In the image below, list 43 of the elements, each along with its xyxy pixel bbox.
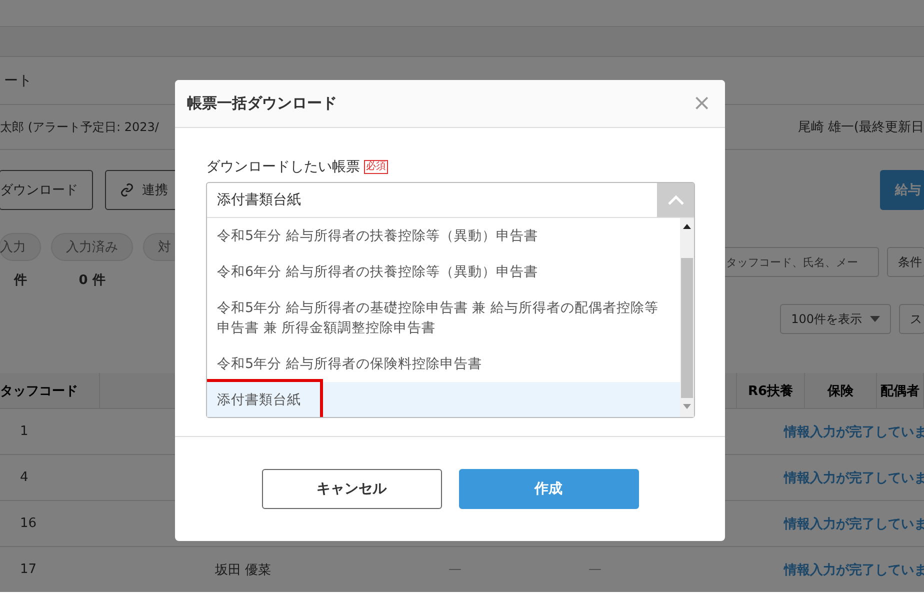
column-header: 配偶者 (877, 373, 924, 409)
scroll-thumb[interactable] (681, 258, 693, 398)
caret-icon (870, 316, 880, 322)
chevron-button[interactable] (657, 183, 694, 217)
required-badge: 必須 (364, 160, 388, 174)
status-count: 0 件 (78, 272, 106, 289)
page-heading: ート (3, 72, 32, 90)
create-button[interactable]: 作成 (458, 469, 638, 509)
table-cell: 1 (20, 424, 28, 439)
status-count: 件 (14, 272, 27, 289)
select-value: 添付書類台紙 (217, 191, 301, 209)
sort-button[interactable]: ス (899, 304, 924, 334)
alert-text: 太郎 (アラート予定日: 2023/ (0, 118, 159, 136)
download-button[interactable]: ダウンロード (0, 170, 93, 210)
status-tab[interactable]: 入力 (0, 233, 41, 261)
status-link[interactable]: 情報入力が完了していま (784, 468, 924, 486)
status-link[interactable]: 情報入力が完了していま (784, 560, 924, 578)
dropdown-option[interactable]: 添付書類台紙 (207, 382, 680, 417)
dialog-title: 帳票一括ダウンロード (187, 94, 337, 113)
table-cell-text: 坂田 優菜 (215, 562, 272, 578)
cancel-button[interactable]: キャンセル (262, 469, 442, 509)
status-link[interactable]: 情報入力が完了していま (784, 514, 924, 532)
chevron-up-icon (668, 195, 684, 205)
link-icon (120, 183, 134, 197)
filter-button[interactable]: 条件 (887, 247, 924, 277)
scroll-down-icon[interactable] (683, 404, 691, 409)
status-tab[interactable]: 入力済み (51, 233, 133, 261)
column-header: R6扶養 (737, 373, 805, 409)
column-header: 保険 (805, 373, 877, 409)
table-cell: 16 (20, 516, 37, 531)
updated-text: 尾崎 雄一(最終更新日 (798, 119, 924, 136)
column-header: タッフコード (0, 373, 100, 409)
scroll-up-icon[interactable] (683, 224, 691, 229)
table-cell: 4 (20, 470, 28, 485)
table-cell: — (448, 562, 462, 577)
close-button[interactable]: × (692, 91, 711, 116)
primary-button[interactable]: 給与 (880, 170, 924, 210)
page-size-dropdown[interactable]: 100件を表示 (780, 304, 891, 334)
table-cell: 17 (20, 562, 37, 577)
field-label: ダウンロードしたい帳票 (206, 158, 360, 176)
status-link[interactable]: 情報入力が完了していま (784, 422, 924, 440)
table-cell: — (588, 562, 602, 577)
form-select[interactable]: 添付書類台紙 令和5年分 給与所得者の扶養控除等（異動）申告書 令和6年分 給与所得者の扶養控除等（異動）申告書 令和5年分 給与所得者の基礎控除申告書 兼 給与所得者の配偶者控除等申告書 兼 所得金額調整控除申告書 令和5年分 給与所得者の保険料控除申告書 添付書類台紙 (206, 182, 695, 418)
